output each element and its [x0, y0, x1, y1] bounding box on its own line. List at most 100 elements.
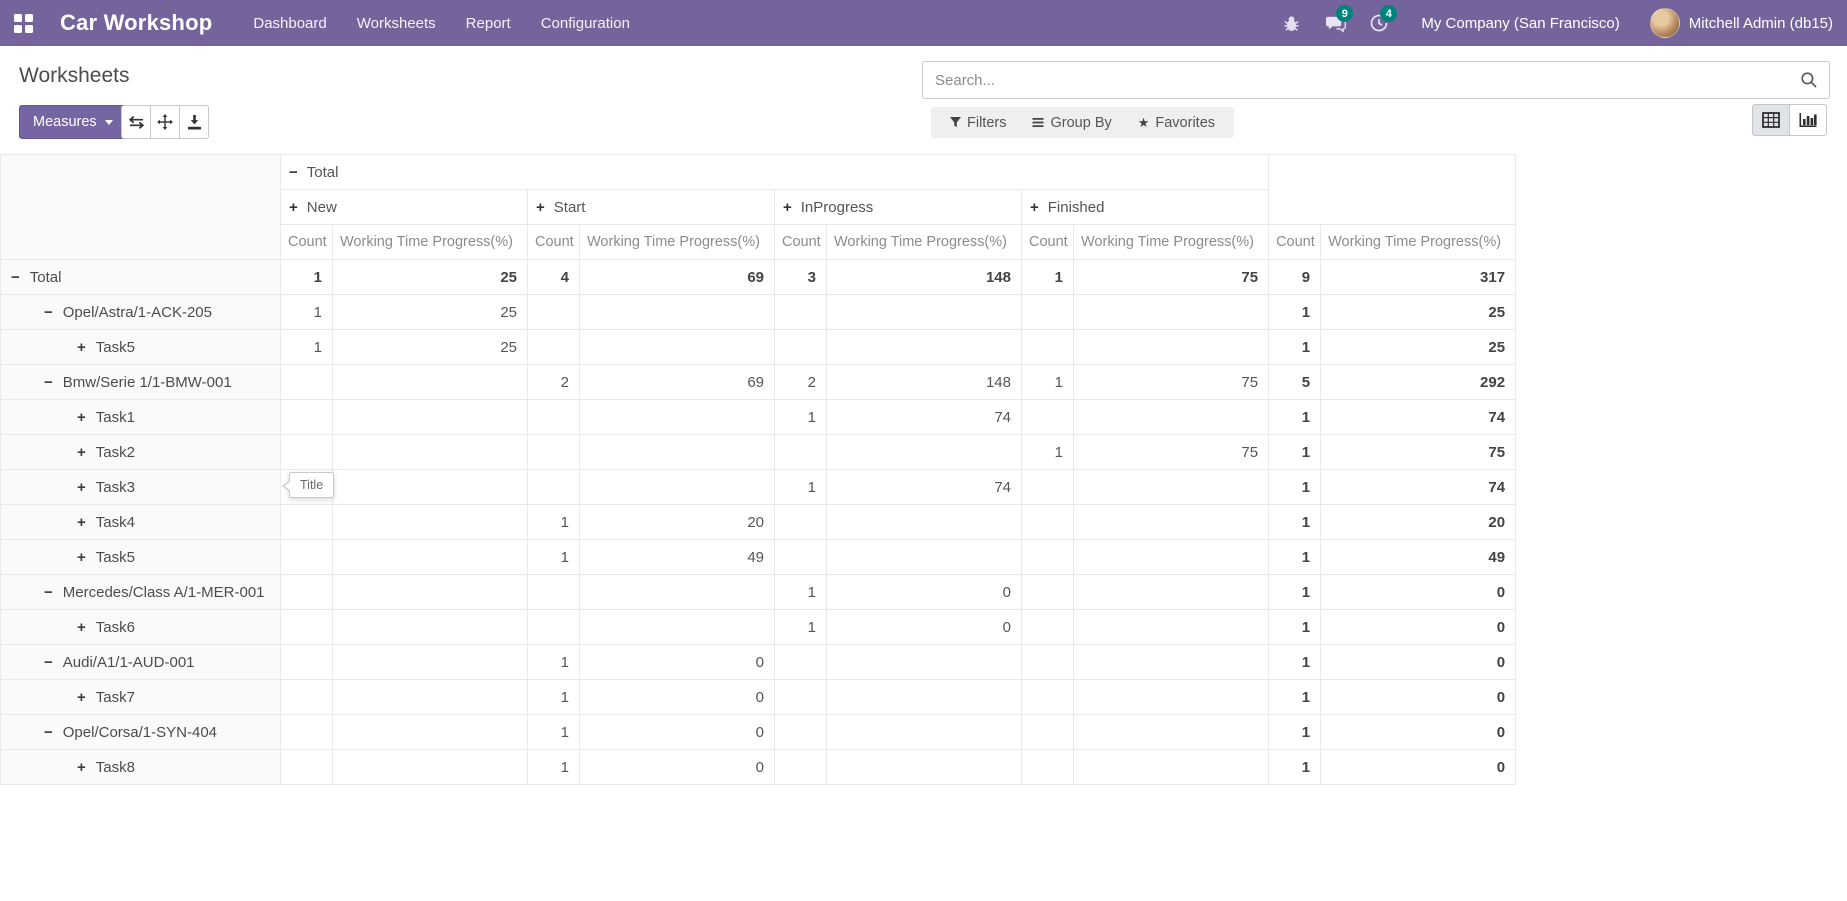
debug-bug-icon[interactable]: [1271, 0, 1311, 46]
row-label: Opel/Astra/1-ACK-205: [63, 304, 212, 321]
group-by-button[interactable]: Group By: [1019, 107, 1124, 138]
pivot-row-header[interactable]: −Mercedes/Class A/1-MER-001: [1, 575, 281, 610]
expand-icon[interactable]: +: [77, 409, 86, 426]
messages-badge: 9: [1336, 5, 1353, 22]
pivot-col-group-start[interactable]: +Start: [528, 190, 775, 225]
collapse-icon[interactable]: −: [44, 374, 53, 391]
expand-icon: +: [1030, 199, 1039, 216]
collapse-icon[interactable]: −: [44, 584, 53, 601]
pivot-cell: [1022, 715, 1074, 750]
pivot-cell: 1: [528, 645, 580, 680]
collapse-icon[interactable]: −: [44, 654, 53, 671]
flip-axis-button[interactable]: [121, 105, 151, 139]
pivot-col-group-finished[interactable]: +Finished: [1022, 190, 1269, 225]
pivot-cell: [528, 575, 580, 610]
collapse-icon[interactable]: −: [44, 724, 53, 741]
favorites-button[interactable]: ★ Favorites: [1125, 107, 1228, 138]
pivot-cell: 1: [1269, 400, 1321, 435]
col-group-label: New: [307, 199, 337, 216]
pivot-cell: 1: [528, 680, 580, 715]
pivot-measure-header[interactable]: Count: [775, 225, 827, 260]
expand-icon[interactable]: +: [77, 514, 86, 531]
pivot-row-header[interactable]: +Task3: [1, 470, 281, 505]
pivot-cell: 25: [333, 260, 528, 295]
pivot-cell: [333, 365, 528, 400]
pivot-row-header[interactable]: +Task2: [1, 435, 281, 470]
pivot-cell: 0: [827, 610, 1022, 645]
search-icon[interactable]: [1800, 71, 1829, 89]
search-input[interactable]: [923, 72, 1800, 89]
pivot-row-header[interactable]: −Opel/Astra/1-ACK-205: [1, 295, 281, 330]
pivot-row-header[interactable]: −Opel/Corsa/1-SYN-404: [1, 715, 281, 750]
pivot-measure-header[interactable]: Count: [1022, 225, 1074, 260]
pivot-row-header[interactable]: +Task6: [1, 610, 281, 645]
pivot-measure-header[interactable]: Working Time Progress(%): [1321, 225, 1516, 260]
pivot-row-header[interactable]: +Task1: [1, 400, 281, 435]
collapse-icon[interactable]: −: [11, 269, 20, 286]
collapse-icon[interactable]: −: [44, 304, 53, 321]
pivot-col-group-new[interactable]: +New: [281, 190, 528, 225]
row-label: Task4: [96, 514, 135, 531]
pivot-row-header[interactable]: +Task5: [1, 330, 281, 365]
pivot-cell: 1: [1269, 680, 1321, 715]
expand-icon[interactable]: +: [77, 339, 86, 356]
pivot-measure-header[interactable]: Count: [1269, 225, 1321, 260]
pivot-cell: 0: [1321, 750, 1516, 785]
pivot-row: −Mercedes/Class A/1-MER-0011010: [1, 575, 1516, 610]
col-group-label: InProgress: [801, 199, 874, 216]
expand-all-button[interactable]: [150, 105, 180, 139]
pivot-row-header[interactable]: + Task4: [1, 505, 281, 540]
apps-menu-icon[interactable]: [0, 0, 46, 46]
expand-icon[interactable]: +: [77, 689, 86, 706]
measures-button[interactable]: Measures: [19, 105, 127, 139]
pivot-cell: 1: [775, 610, 827, 645]
pivot-cell: [775, 645, 827, 680]
pivot-cell: [1022, 680, 1074, 715]
top-navbar: Car Workshop DashboardWorksheetsReportCo…: [0, 0, 1847, 46]
pivot-col-group-inprogress[interactable]: +InProgress: [775, 190, 1022, 225]
expand-icon[interactable]: +: [77, 444, 86, 461]
pivot-measure-header[interactable]: Count: [281, 225, 333, 260]
company-menu[interactable]: My Company (San Francisco): [1403, 15, 1645, 32]
page: Car Workshop DashboardWorksheetsReportCo…: [0, 0, 1847, 901]
pivot-cell: [333, 575, 528, 610]
pivot-measure-header[interactable]: Working Time Progress(%): [1074, 225, 1269, 260]
pivot-row-header[interactable]: +Task5: [1, 540, 281, 575]
download-button[interactable]: [179, 105, 209, 139]
pivot-row-header[interactable]: −Audi/A1/1-AUD-001: [1, 645, 281, 680]
pivot-row-header[interactable]: −Total: [1, 260, 281, 295]
pivot-view-button[interactable]: [1752, 104, 1790, 136]
pivot-cell: [1074, 575, 1269, 610]
pivot-cell: 148: [827, 260, 1022, 295]
pivot-measure-header[interactable]: Working Time Progress(%): [580, 225, 775, 260]
nav-menu-item-worksheets[interactable]: Worksheets: [342, 0, 451, 46]
nav-menu-item-configuration[interactable]: Configuration: [526, 0, 645, 46]
filters-button[interactable]: Filters: [937, 107, 1019, 138]
graph-view-button[interactable]: [1789, 104, 1827, 136]
activities-clock-icon[interactable]: 4: [1359, 0, 1399, 46]
row-label: Bmw/Serie 1/1-BMW-001: [63, 374, 232, 391]
expand-icon[interactable]: +: [77, 619, 86, 636]
user-menu[interactable]: Mitchell Admin (db15): [1650, 8, 1833, 38]
expand-icon[interactable]: +: [77, 479, 86, 496]
pivot-measure-header[interactable]: Count: [528, 225, 580, 260]
pivot-row-header[interactable]: −Bmw/Serie 1/1-BMW-001: [1, 365, 281, 400]
filters-label: Filters: [967, 115, 1006, 131]
pivot-cell: [1074, 295, 1269, 330]
expand-icon[interactable]: +: [77, 759, 86, 776]
pivot-col-group-total[interactable]: −Total: [281, 155, 1269, 190]
pivot-measure-header[interactable]: Working Time Progress(%): [827, 225, 1022, 260]
pivot-cell: [333, 715, 528, 750]
expand-icon[interactable]: +: [77, 549, 86, 566]
nav-menu-item-report[interactable]: Report: [451, 0, 526, 46]
pivot-row-header[interactable]: +Task8: [1, 750, 281, 785]
pivot-measure-header[interactable]: Working Time Progress(%): [333, 225, 528, 260]
group-by-label: Group By: [1050, 115, 1111, 131]
messages-icon[interactable]: 9: [1315, 0, 1355, 46]
pivot-cell: 74: [827, 470, 1022, 505]
pivot-row-header[interactable]: +Task7: [1, 680, 281, 715]
nav-menu-item-dashboard[interactable]: Dashboard: [238, 0, 341, 46]
pivot-cell: [775, 435, 827, 470]
pivot-cell: [1022, 295, 1074, 330]
pivot-cell: 9: [1269, 260, 1321, 295]
